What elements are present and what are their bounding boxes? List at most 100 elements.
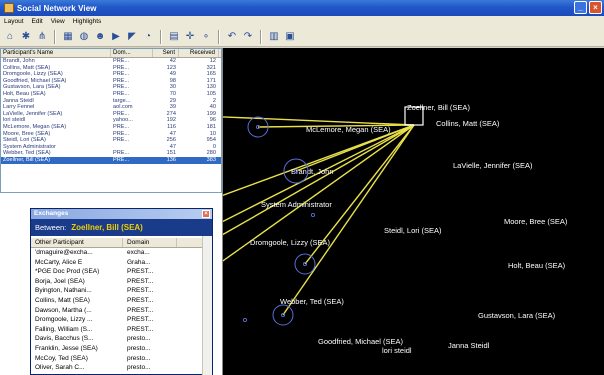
participant-received: 130	[206, 84, 216, 91]
network-node-label: McLemore, Megan (SEA)	[306, 125, 391, 134]
table-view-icon[interactable]: ▥	[267, 30, 281, 44]
list-item[interactable]: Dromgoole, Lizzy ... PREST...	[31, 315, 212, 325]
table-row[interactable]: Goodfried, Michael (SEA) PRE... 98 171	[1, 78, 221, 85]
network-node[interactable]	[242, 317, 248, 323]
participant-domain: PRE...	[113, 77, 130, 84]
participant-sent: 49	[169, 71, 176, 78]
table-row[interactable]: Janna Steidl targe... 29 2	[1, 98, 221, 105]
participant-sent: 47	[169, 130, 176, 137]
panel-view-icon[interactable]: ▣	[283, 30, 297, 44]
column-header-domain[interactable]: Dom...	[111, 49, 153, 57]
chart-icon[interactable]: ▤	[167, 30, 181, 44]
table-row[interactable]: Larry Fennel aol.com 39 40	[1, 104, 221, 111]
participant-domain: PRE...	[113, 110, 130, 117]
participants-table[interactable]: Participant's Name Dom... Sent Received …	[0, 48, 222, 193]
participant-domain: PRE...	[113, 58, 130, 64]
minimize-button[interactable]: _	[574, 1, 587, 14]
redo-icon[interactable]: ↷	[241, 30, 255, 44]
table-row[interactable]: McLemore, Megan (SEA) PRE... 116 181	[1, 124, 221, 131]
column-header-received[interactable]: Received	[179, 49, 219, 57]
participant-received: 0	[212, 143, 216, 150]
pointer-icon[interactable]: ▶	[109, 30, 123, 44]
network-node[interactable]	[310, 212, 316, 218]
column-header-other-participant[interactable]: Other Participant	[31, 238, 123, 247]
table-row[interactable]: Dromgoole, Lizzy (SEA) PRE... 49 165	[1, 71, 221, 78]
table-row[interactable]: Brandt, John PRE... 42 12	[1, 58, 221, 65]
window-controls: _ ×	[574, 1, 602, 14]
table-row[interactable]: System Administrator 47 0	[1, 144, 221, 151]
network-view[interactable]: Zoellner, Bill (SEA) McLemore, Megan (SEA…	[222, 48, 604, 375]
toolbar-separator	[218, 29, 220, 44]
layout-radial-icon[interactable]: ✱	[19, 30, 33, 44]
person-icon[interactable]: ☻	[93, 30, 107, 44]
list-item[interactable]: Byington, Nathani... PREST...	[31, 286, 212, 296]
table-row[interactable]: Collins, Matt (SEA) PRE... 123 321	[1, 65, 221, 72]
other-participant: *PGE Doc Prod (SEA)	[35, 268, 100, 276]
other-participant: McCoy, Ted (SEA)	[35, 354, 88, 362]
exchange-domain: presto...	[127, 364, 151, 372]
list-item[interactable]: Collins, Matt (SEA) PREST...	[31, 296, 212, 306]
menu-highlights[interactable]: Highlights	[73, 18, 102, 25]
network-graph[interactable]: Zoellner, Bill (SEA) McLemore, Megan (SEA…	[223, 48, 604, 375]
app-icon	[4, 3, 14, 13]
exchange-domain: PREST...	[127, 268, 154, 276]
participant-domain: PRE...	[113, 64, 130, 71]
list-item[interactable]: Franklin, Jesse (SEA) presto...	[31, 344, 212, 354]
menu-edit[interactable]: Edit	[32, 18, 43, 25]
exchange-domain: PREST...	[127, 287, 154, 295]
list-item[interactable]: Davis, Bacchus (S... presto...	[31, 334, 212, 344]
table-row[interactable]: Holt, Beau (SEA) PRE... 70 105	[1, 91, 221, 98]
network-node-label: Moore, Bree (SEA)	[504, 217, 568, 226]
exchanges-close-button[interactable]: ×	[202, 210, 210, 218]
table-row[interactable]: LaVielle, Jennifer (SEA) PRE... 274 199	[1, 111, 221, 118]
undo-icon[interactable]: ↶	[225, 30, 239, 44]
participant-received: 181	[206, 123, 216, 130]
menu-layout[interactable]: Layout	[4, 18, 24, 25]
layout-tree-icon[interactable]: ⌂	[3, 30, 17, 44]
column-header-name[interactable]: Participant's Name	[1, 49, 111, 57]
exchanges-scrollbar[interactable]	[202, 236, 212, 375]
participant-sent: 123	[166, 64, 176, 71]
list-item[interactable]: Borja, Joel (SEA) PREST...	[31, 277, 212, 287]
grid-icon[interactable]: ▦	[61, 30, 75, 44]
table-row[interactable]: lori steidl yahoo... 192 96	[1, 117, 221, 124]
list-item[interactable]: Falling, William (S... PREST...	[31, 325, 212, 335]
list-item[interactable]: Dawson, Martha (... PREST...	[31, 306, 212, 316]
participant-received: 40	[209, 104, 216, 111]
select-icon[interactable]: ◤	[125, 30, 139, 44]
participant-domain: PRE...	[113, 137, 130, 144]
table-row[interactable]: Moore, Bree (SEA) PRE... 47 10	[1, 131, 221, 138]
table-row[interactable]: Webber, Ted (SEA) PRE... 151 280	[1, 150, 221, 157]
list-item[interactable]: 'dmaguire@excha... excha...	[31, 248, 212, 258]
participant-received: 12	[209, 58, 216, 64]
menu-view[interactable]: View	[51, 18, 65, 25]
participant-name: McLemore, Megan (SEA)	[3, 123, 67, 130]
participant-domain: targe...	[113, 97, 131, 104]
column-header-exchange-domain[interactable]: Domain	[123, 238, 177, 247]
network-node-label: LaVielle, Jennifer (SEA)	[453, 161, 533, 170]
title-bar[interactable]: Social Network View _ ×	[0, 0, 604, 16]
layout-hierarchy-icon[interactable]: ⋔	[35, 30, 49, 44]
list-item[interactable]: Oliver, Sarah C... presto...	[31, 363, 212, 373]
participant-sent: 70	[169, 90, 176, 97]
participant-sent: 136	[166, 156, 176, 163]
filter-icon[interactable]: ◍	[77, 30, 91, 44]
zoom-icon[interactable]: ◔	[141, 30, 155, 44]
other-participant: Byington, Nathani...	[35, 287, 92, 295]
column-header-sent[interactable]: Sent	[153, 49, 179, 57]
exchanges-title-bar[interactable]: Exchanges ×	[31, 209, 212, 219]
participant-domain: aol.com	[113, 104, 133, 111]
close-button[interactable]: ×	[589, 1, 602, 14]
table-row[interactable]: Steidl, Lori (SEA) PRE... 256 954	[1, 137, 221, 144]
participant-domain: PRE...	[113, 84, 130, 91]
table-row[interactable]: Gustavson, Lara (SEA) PRE... 30 130	[1, 84, 221, 91]
participant-name: Dromgoole, Lizzy (SEA)	[3, 71, 63, 78]
move-icon[interactable]: ✛	[183, 30, 197, 44]
add-node-icon[interactable]: ∘	[199, 30, 213, 44]
list-item[interactable]: McCarty, Alice E Graha...	[31, 258, 212, 268]
network-node-label: Janna Steidl	[448, 341, 490, 350]
list-item[interactable]: *PGE Doc Prod (SEA) PREST...	[31, 267, 212, 277]
table-row[interactable]: Zoellner, Bill (SEA) PRE... 136 383	[1, 156, 221, 164]
list-item[interactable]: McCoy, Ted (SEA) presto...	[31, 354, 212, 364]
exchanges-header: Other Participant Domain	[31, 238, 212, 248]
